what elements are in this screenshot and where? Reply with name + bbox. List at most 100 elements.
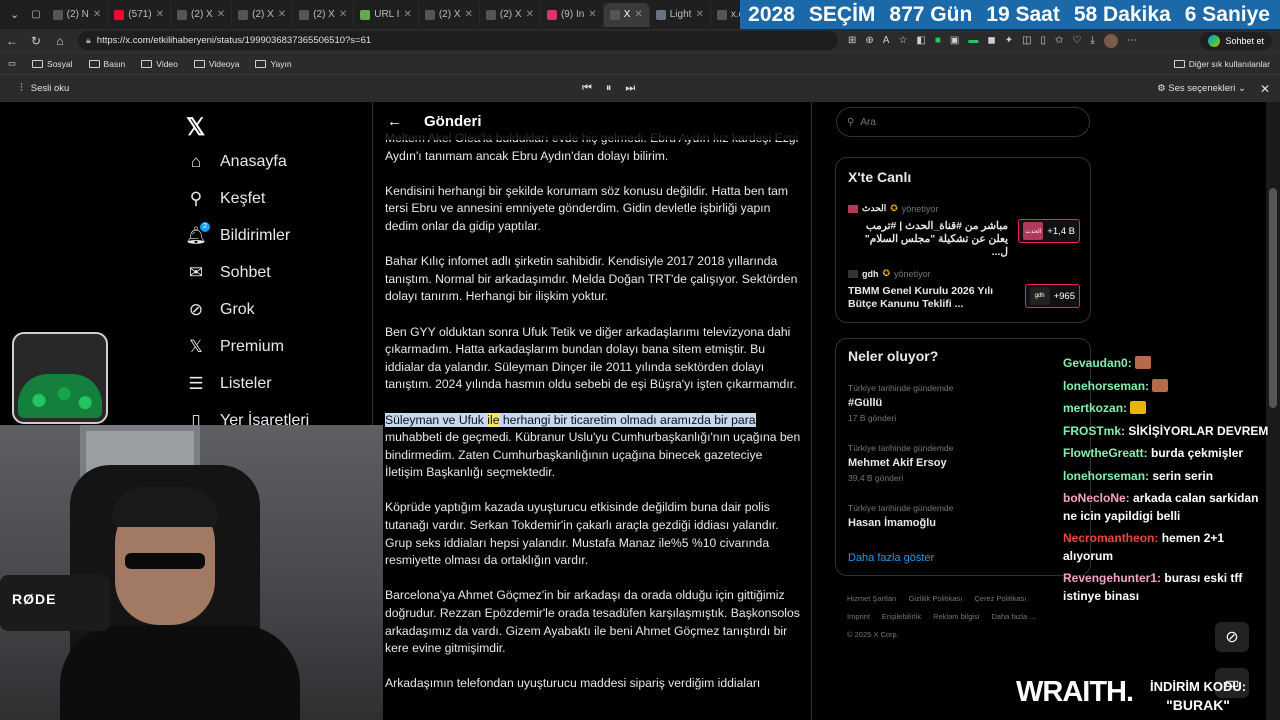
- live-listener-count[interactable]: الحدث +1,4 B: [1018, 219, 1080, 243]
- browser-tab[interactable]: (2) X ✕: [171, 2, 233, 27]
- tab-favicon-icon: [360, 9, 371, 20]
- x-logo-icon[interactable]: 𝕏: [186, 113, 205, 142]
- chat-icon: ✉: [188, 263, 204, 282]
- apps-icon[interactable]: ⊞: [848, 35, 856, 46]
- close-tab-icon[interactable]: ✕: [588, 9, 596, 20]
- footer-link[interactable]: Hizmet Şartları: [847, 594, 897, 603]
- selected-text: Süleyman ve Ufuk ile herhangi bir ticare…: [385, 412, 756, 427]
- url-field[interactable]: 🔒︎ https://x.com/etkilihaberyeni/status/…: [78, 31, 838, 50]
- close-tab-icon[interactable]: ✕: [339, 9, 347, 20]
- tab-actions-icon[interactable]: ▢: [25, 3, 46, 27]
- browser-tab[interactable]: (571) ✕: [108, 2, 172, 27]
- chat-message: FROSTmk: SİKİŞİYORLAR DEVREM: [1063, 423, 1273, 441]
- nav-explore[interactable]: ⚲ Keşfet: [186, 189, 266, 209]
- bookmark-sosyal[interactable]: Sosyal: [32, 59, 73, 69]
- browser-tab[interactable]: X ✕: [603, 2, 650, 27]
- close-tab-icon[interactable]: ✕: [278, 9, 286, 20]
- live-item[interactable]: الحدث ✪ yönetiyor مباشر من #قناة_الحدث | #…: [848, 203, 1082, 259]
- profile-avatar[interactable]: [1103, 33, 1118, 48]
- selection-part: Süleyman ve Ufuk: [385, 412, 488, 427]
- footer-link[interactable]: Reklam bilgisi: [933, 612, 979, 621]
- copilot-chat-button[interactable]: Sohbet et: [1200, 31, 1272, 50]
- close-tab-icon[interactable]: ✕: [695, 9, 703, 20]
- live-count: +1,4 B: [1047, 225, 1075, 237]
- bookmark-video[interactable]: Video: [141, 59, 178, 69]
- collections-icon[interactable]: ♡: [1072, 35, 1081, 46]
- browser-tab[interactable]: (2) N ✕: [47, 2, 109, 27]
- post-paragraph: Ben GYY olduktan sonra Ufuk Tetik ve diğ…: [385, 324, 797, 392]
- show-more-link[interactable]: Daha fazla göster: [848, 552, 934, 564]
- extension-puzzle-icon[interactable]: ✦: [1005, 35, 1013, 46]
- folder-icon: [193, 59, 205, 68]
- nav-premium[interactable]: 𝕏 Premium: [186, 337, 284, 357]
- tab-menu-icon[interactable]: ⌄: [4, 3, 25, 27]
- browser-tab[interactable]: (2) X ✕: [293, 2, 355, 27]
- live-account: gdh: [862, 268, 879, 279]
- live-on-x-card: X'te Canlı الحدث ✪ yönetiyor مباشر من #قنا…: [835, 157, 1091, 323]
- bead-jar-overlay: [12, 332, 108, 424]
- downloads-icon[interactable]: ⤓: [1090, 35, 1094, 46]
- bookmark-videoya[interactable]: Videoya: [193, 59, 239, 69]
- close-tab-icon[interactable]: ✕: [634, 9, 642, 20]
- sidebar-icon[interactable]: ▯: [1041, 35, 1047, 46]
- favorite-icon[interactable]: ☆: [898, 35, 907, 46]
- post-paragraph: Köprüde yaptığım kazada uyuşturucu etkis…: [385, 500, 779, 568]
- trend-context: Türkiye tarihinde gündemde: [848, 443, 954, 453]
- close-tab-icon[interactable]: ✕: [526, 9, 534, 20]
- bookmark-basin[interactable]: Basın: [88, 59, 125, 69]
- nav-notifications[interactable]: 🔔︎ 2 Bildirimler: [185, 222, 290, 246]
- zoom-icon[interactable]: ⊕: [865, 35, 873, 46]
- back-icon[interactable]: ←: [0, 34, 24, 48]
- bookmarks-sidebar-icon[interactable]: ▭: [8, 58, 16, 69]
- browser-tab[interactable]: (2) X ✕: [480, 2, 541, 27]
- close-tab-icon[interactable]: ✕: [93, 9, 101, 20]
- voice-options[interactable]: ⚙ Ses seçenekleri ⌄: [1157, 83, 1246, 94]
- read-aloud-icon[interactable]: A: [883, 35, 890, 46]
- browser-tab[interactable]: Light ✕: [650, 2, 711, 27]
- post-header: ← Gönderi: [373, 102, 811, 140]
- refresh-icon[interactable]: ↻: [24, 34, 48, 48]
- nav-chat[interactable]: ✉ Sohbet: [186, 263, 271, 283]
- nav-grok[interactable]: ⊘ Grok: [186, 300, 255, 320]
- extension-icon-3[interactable]: ▣: [950, 35, 959, 46]
- nav-lists[interactable]: ☰ Listeler: [186, 374, 271, 394]
- extension-icon-4[interactable]: ▬: [968, 35, 978, 46]
- search-box[interactable]: ⚲ Ara: [836, 107, 1090, 137]
- home-icon[interactable]: ⌂: [48, 34, 72, 48]
- extension-icon-5[interactable]: ◼: [987, 35, 995, 46]
- other-favorites[interactable]: Diğer sık kullanılanlar: [1173, 59, 1270, 69]
- footer-link[interactable]: Gizlilik Politikası: [909, 594, 963, 603]
- live-item[interactable]: gdh ✪ yönetiyor TBMM Genel Kurulu 2026 Yıl…: [848, 268, 1082, 311]
- pause-icon[interactable]: ⏸: [606, 82, 612, 95]
- close-tab-icon[interactable]: ✕: [465, 9, 473, 20]
- browser-tab[interactable]: (2) X ✕: [232, 2, 294, 27]
- browser-tab[interactable]: (2) X ✕: [419, 2, 480, 27]
- bookmark-yayin[interactable]: Yayın: [255, 59, 292, 69]
- next-icon[interactable]: ⏭: [625, 82, 635, 95]
- live-listener-count[interactable]: gdh +965: [1024, 284, 1080, 308]
- trend-item[interactable]: Türkiye tarihinde gündemde #Güllü 17 B g…: [848, 383, 953, 423]
- back-arrow-icon[interactable]: ←: [387, 113, 402, 130]
- footer-link[interactable]: Erişilebilirlik: [882, 612, 921, 621]
- extension-icon[interactable]: ◧: [916, 35, 925, 46]
- browser-tab[interactable]: (9) In ✕: [541, 2, 604, 27]
- extension-icon-2[interactable]: ■: [935, 35, 941, 46]
- tab-label: (2) X: [191, 9, 213, 20]
- nav-home[interactable]: ⌂ Anasayfa: [186, 152, 287, 172]
- split-screen-icon[interactable]: ◫: [1022, 35, 1031, 46]
- paragraph-rest: muhabbeti de geçmedi. Kübranur Uslu'yu C…: [385, 430, 801, 480]
- footer-link[interactable]: Daha fazla ...: [991, 612, 1035, 621]
- browser-tab[interactable]: URL I ✕: [354, 2, 419, 27]
- footer-link[interactable]: Imprint: [847, 612, 870, 621]
- more-icon[interactable]: ⋯: [1127, 35, 1137, 46]
- close-tab-icon[interactable]: ✕: [403, 9, 411, 20]
- close-read-aloud-icon[interactable]: ✕: [1260, 82, 1270, 96]
- favorites-icon[interactable]: ✩: [1055, 35, 1063, 46]
- previous-icon[interactable]: ⏮: [582, 82, 592, 95]
- chat-username: lonehorseman:: [1063, 468, 1150, 483]
- close-tab-icon[interactable]: ✕: [217, 9, 225, 20]
- trend-item[interactable]: Türkiye tarihinde gündemde Hasan İmamoğl…: [848, 503, 953, 529]
- footer-link[interactable]: Çerez Politikası: [974, 594, 1026, 603]
- trend-item[interactable]: Türkiye tarihinde gündemde Mehmet Akif E…: [848, 443, 953, 483]
- close-tab-icon[interactable]: ✕: [156, 9, 164, 20]
